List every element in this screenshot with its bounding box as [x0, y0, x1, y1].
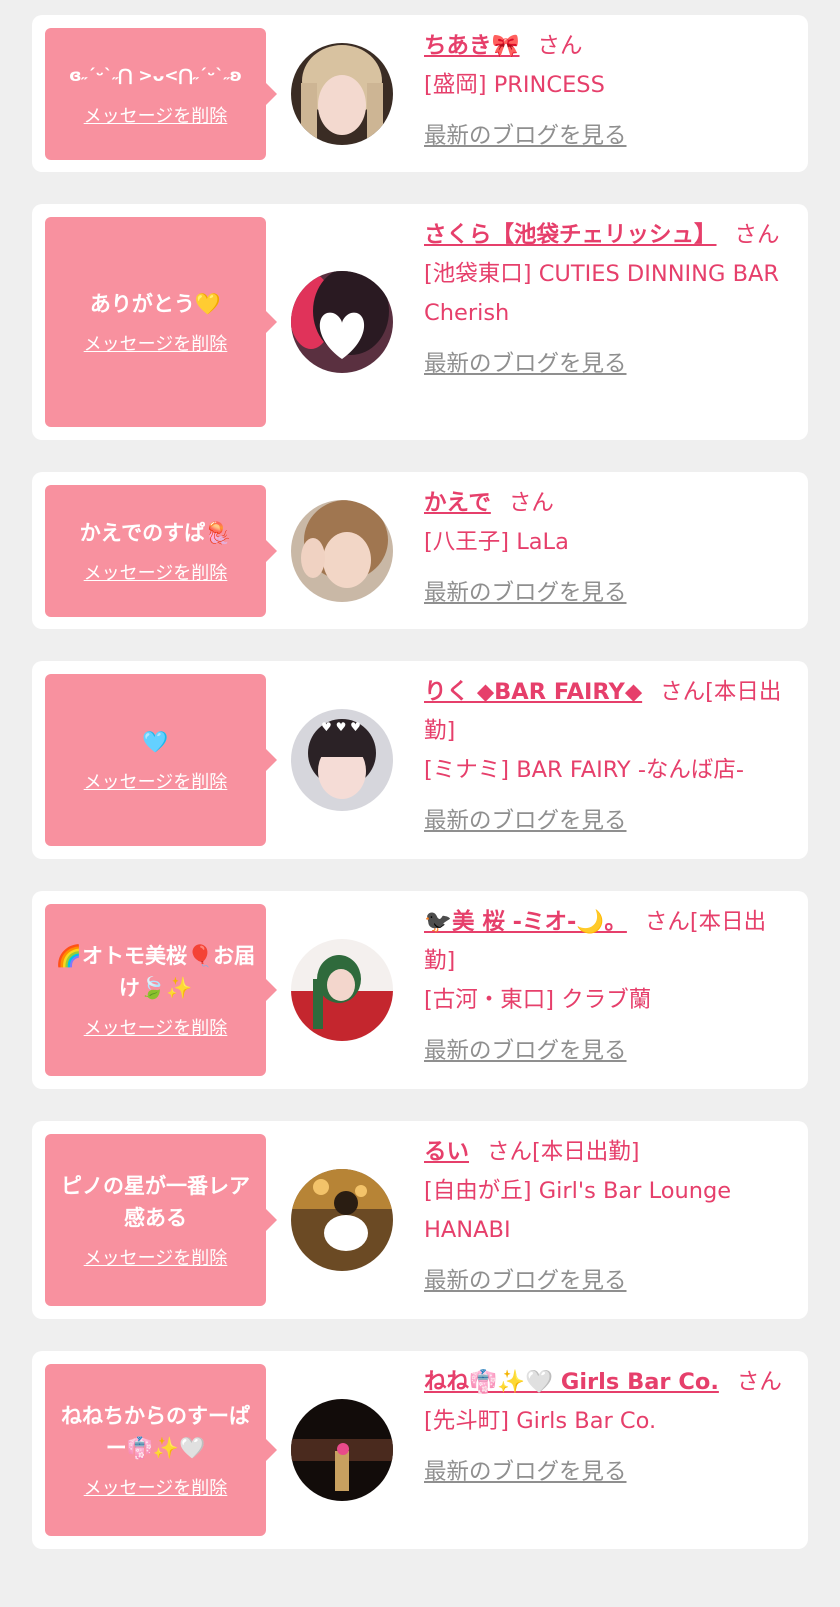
sender-info: さくら【池袋チェリッシュ】 さん [池袋東口] CUTIES DINNING BA… [424, 216, 794, 384]
avatar-photo [291, 271, 393, 373]
avatar-photo [291, 1399, 393, 1501]
message-text: ありがとう💛 [89, 292, 222, 316]
shop-name: [自由が丘] Girl's Bar Lounge HANABI [424, 1178, 732, 1243]
avatar-photo [291, 500, 393, 602]
sender-info: かえで さん [八王子] LaLa 最新のブログを見る [424, 484, 794, 613]
svg-text:♥ ♥ ♥: ♥ ♥ ♥ [321, 720, 361, 734]
message-text: 🩵 [142, 730, 169, 754]
latest-blog-link[interactable]: 最新のブログを見る [424, 345, 794, 384]
sender-name-link[interactable]: 🐦‍⬛美 桜 -ミオ-🌙。 [424, 909, 627, 935]
sender-info: ちあき🎀 さん [盛岡] PRINCESS 最新のブログを見る [424, 27, 794, 156]
message-bubble: ねねちからのすーぱー👘✨🤍 メッセージを削除 [45, 1364, 277, 1536]
message-bubble: ありがとう💛 メッセージを削除 [45, 217, 277, 427]
shop-name: [池袋東口] CUTIES DINNING BAR Cherish [424, 261, 780, 326]
message-bubble: ɞ˶ˊᵕˋ˶⋂ >ᴗ<⋂˶ˊᵕˋ˶ʚ メッセージを削除 [45, 28, 277, 160]
message-card: ねねちからのすーぱー👘✨🤍 メッセージを削除 ねね👘✨🤍 Girls Bar C… [32, 1351, 808, 1549]
sender-name-link[interactable]: かえで [424, 490, 491, 516]
avatar[interactable] [291, 500, 393, 602]
sender-name-link[interactable]: ちあき🎀 [424, 33, 520, 59]
avatar-photo: ♥ ♥ ♥ [291, 709, 393, 811]
latest-blog-link[interactable]: 最新のブログを見る [424, 1032, 794, 1071]
message-card: 🩵 メッセージを削除 ♥ ♥ ♥ りく ◆BAR FAIRY◆ さん[本日出勤] … [32, 661, 808, 859]
message-list: ɞ˶ˊᵕˋ˶⋂ >ᴗ<⋂˶ˊᵕˋ˶ʚ メッセージを削除 ちあき🎀 さん [盛岡] … [0, 0, 840, 1607]
message-text: ねねちからのすーぱー👘✨🤍 [61, 1404, 250, 1460]
avatar[interactable] [291, 43, 393, 145]
latest-blog-link[interactable]: 最新のブログを見る [424, 117, 794, 156]
message-card: かえでのすぱ🪼 メッセージを削除 かえで さん [八王子] LaLa 最新のブログ… [32, 472, 808, 629]
latest-blog-link[interactable]: 最新のブログを見る [424, 1453, 794, 1492]
message-card: ɞ˶ˊᵕˋ˶⋂ >ᴗ<⋂˶ˊᵕˋ˶ʚ メッセージを削除 ちあき🎀 さん [盛岡] … [32, 15, 808, 172]
honorific: さん [537, 33, 583, 59]
message-bubble: 🩵 メッセージを削除 [45, 674, 277, 846]
shop-name: [先斗町] Girls Bar Co. [424, 1408, 657, 1434]
sender-name-link[interactable]: さくら【池袋チェリッシュ】 [424, 222, 717, 248]
honorific: さん [734, 222, 780, 248]
delete-message-link[interactable]: メッセージを削除 [84, 559, 228, 585]
honorific: さん [736, 1369, 782, 1395]
shop-name: [古河・東口] クラブ蘭 [424, 987, 652, 1013]
latest-blog-link[interactable]: 最新のブログを見る [424, 802, 794, 841]
sender-info: 🐦‍⬛美 桜 -ミオ-🌙。 さん[本日出勤] [古河・東口] クラブ蘭 最新のブロ… [424, 903, 794, 1071]
avatar[interactable] [291, 939, 393, 1041]
message-bubble: ピノの星が一番レア感ある メッセージを削除 [45, 1134, 277, 1306]
honorific: さん[本日出勤] [487, 1139, 640, 1165]
message-text: 🌈オトモ美桜🎈お届け🍃✨ [55, 944, 256, 1000]
sender-info: りく ◆BAR FAIRY◆ さん[本日出勤] [ミナミ] BAR FAIRY -… [424, 673, 794, 841]
latest-blog-link[interactable]: 最新のブログを見る [424, 574, 794, 613]
message-text: ピノの星が一番レア感ある [61, 1174, 250, 1230]
shop-name: [ミナミ] BAR FAIRY -なんば店- [424, 757, 745, 783]
honorific: さん [508, 490, 554, 516]
message-text: かえでのすぱ🪼 [79, 521, 232, 545]
shop-name: [盛岡] PRINCESS [424, 72, 605, 98]
sender-info: るい さん[本日出勤] [自由が丘] Girl's Bar Lounge HANA… [424, 1133, 794, 1301]
shop-name: [八王子] LaLa [424, 529, 569, 555]
sender-name-link[interactable]: りく ◆BAR FAIRY◆ [424, 679, 642, 705]
message-bubble: 🌈オトモ美桜🎈お届け🍃✨ メッセージを削除 [45, 904, 277, 1076]
avatar-photo [291, 1169, 393, 1271]
message-bubble: かえでのすぱ🪼 メッセージを削除 [45, 485, 277, 617]
message-card: ピノの星が一番レア感ある メッセージを削除 るい さん[本日出勤] [自由が丘] … [32, 1121, 808, 1319]
delete-message-link[interactable]: メッセージを削除 [84, 1474, 228, 1500]
avatar[interactable] [291, 1169, 393, 1271]
avatar-photo [291, 939, 393, 1041]
message-text: ɞ˶ˊᵕˋ˶⋂ >ᴗ<⋂˶ˊᵕˋ˶ʚ [69, 66, 242, 86]
avatar-photo [291, 43, 393, 145]
avatar[interactable] [291, 271, 393, 373]
sender-name-link[interactable]: るい [424, 1139, 469, 1165]
latest-blog-link[interactable]: 最新のブログを見る [424, 1262, 794, 1301]
delete-message-link[interactable]: メッセージを削除 [84, 1014, 228, 1040]
delete-message-link[interactable]: メッセージを削除 [84, 330, 228, 356]
delete-message-link[interactable]: メッセージを削除 [84, 768, 228, 794]
sender-info: ねね👘✨🤍 Girls Bar Co. さん [先斗町] Girls Bar Co… [424, 1363, 794, 1492]
message-card: ありがとう💛 メッセージを削除 さくら【池袋チェリッシュ】 さん [池袋東口] C… [32, 204, 808, 440]
message-card: 🌈オトモ美桜🎈お届け🍃✨ メッセージを削除 🐦‍⬛美 桜 -ミオ-🌙。 さん[本日… [32, 891, 808, 1089]
avatar[interactable]: ♥ ♥ ♥ [291, 709, 393, 811]
sender-name-link[interactable]: ねね👘✨🤍 Girls Bar Co. [424, 1369, 719, 1395]
avatar[interactable] [291, 1399, 393, 1501]
delete-message-link[interactable]: メッセージを削除 [84, 102, 228, 128]
delete-message-link[interactable]: メッセージを削除 [84, 1244, 228, 1270]
